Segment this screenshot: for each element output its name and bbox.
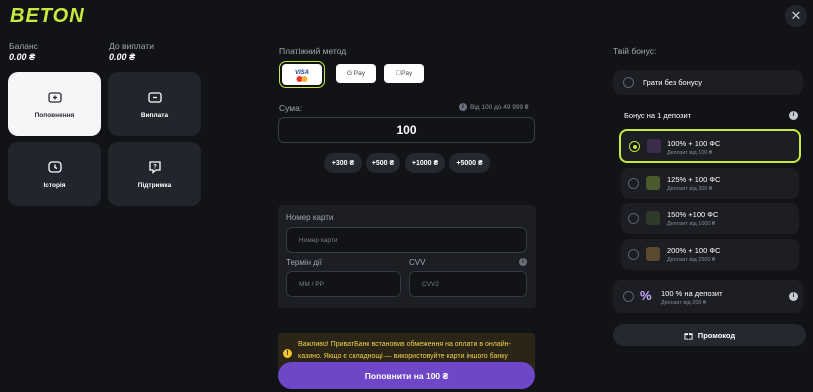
apple-pay-text: Pay: [398, 70, 412, 77]
card-number-placeholder: Номер карти: [299, 236, 338, 244]
visa-mastercard-icon: VISA: [295, 70, 309, 82]
no-bonus-option[interactable]: Грати без бонусу: [613, 70, 803, 95]
apple-pay-icon: Pay: [396, 70, 412, 77]
tile-support[interactable]: ? Підтримка: [108, 142, 201, 206]
cvv-info-icon[interactable]: i: [519, 258, 527, 266]
first-deposit-label: Бонус на 1 депозит: [624, 111, 692, 120]
offer-sub: Депозит від 300 ₴: [667, 186, 713, 192]
first-deposit-info-icon[interactable]: i: [789, 111, 798, 120]
balance-label: Баланс: [9, 41, 38, 51]
offer-title: 125% + 100 ФС: [667, 175, 721, 184]
amount-input[interactable]: 100: [278, 117, 535, 143]
expiry-label: Термін дії: [286, 258, 322, 267]
tile-withdraw[interactable]: Виплата: [108, 72, 201, 136]
bonus-offer-125[interactable]: 125% + 100 ФС Депозит від 300 ₴: [621, 168, 799, 199]
beton-logo: BETON: [10, 5, 85, 26]
radio-deposit-offer[interactable]: [623, 291, 634, 302]
offer-title: 200% + 100 ФС: [667, 246, 721, 255]
offer-sub: Депозит від 1000 ₴: [667, 221, 716, 227]
tile-withdraw-label: Виплата: [140, 112, 169, 119]
tile-deposit-label: Поповнення: [34, 112, 75, 119]
info-icon: i: [459, 103, 467, 111]
offer-title: 150% +100 ФС: [667, 210, 719, 219]
close-icon: ✕: [790, 8, 802, 23]
deposit-offer-title: 100 % на депозит: [661, 289, 723, 298]
close-button[interactable]: ✕: [785, 5, 807, 27]
radio-no-bonus[interactable]: [623, 77, 634, 88]
balance-value: 0.00 ₴: [9, 52, 36, 62]
promo-code-button[interactable]: Промокод: [613, 324, 806, 346]
warning-icon: !: [283, 349, 292, 358]
payment-method-visa[interactable]: VISA: [279, 61, 325, 88]
bonus-offer-150[interactable]: 150% +100 ФС Депозит від 1000 ₴: [621, 203, 799, 234]
bonus-offer-200[interactable]: 200% + 100 ФС Депозит від 2500 ₴: [621, 239, 799, 270]
svg-text:VISA: VISA: [295, 70, 309, 76]
support-icon: ?: [148, 161, 161, 174]
warning-text: Важливо! ПриватБанк встановив обмеження …: [298, 341, 511, 360]
wallet-plus-icon: [47, 92, 62, 103]
payout-value: 0.00 ₴: [109, 52, 136, 62]
card-number-label: Номер карти: [286, 213, 334, 222]
logo-text: BETON: [10, 5, 85, 26]
promo-code-label: Промокод: [697, 330, 736, 340]
no-bonus-label: Грати без бонусу: [643, 78, 703, 87]
payment-method-apple-pay[interactable]: Pay: [384, 64, 424, 83]
google-pay-icon: G Pay: [346, 70, 366, 77]
payout-label: До виплати: [109, 41, 154, 51]
gift-icon: [684, 332, 693, 340]
bonus-thumbnail: [646, 247, 660, 261]
deposit-submit-button[interactable]: Поповнити на 100 ₴: [278, 362, 535, 389]
deposit-offer-info-icon[interactable]: i: [789, 292, 798, 301]
amount-chip-5000[interactable]: +5000 ₴: [449, 153, 490, 173]
payment-method-label: Платіжний метод: [279, 46, 347, 56]
payment-method-google-pay[interactable]: G Pay: [336, 64, 376, 83]
amount-chip-500[interactable]: +500 ₴: [366, 153, 400, 173]
offer-sub: Депозит від 2500 ₴: [667, 257, 716, 263]
amount-chip-300[interactable]: +300 ₴: [324, 153, 362, 173]
percent-icon: %: [640, 288, 652, 303]
bonus-label: Твій бонус:: [613, 46, 657, 56]
amount-chip-1000[interactable]: +1000 ₴: [405, 153, 445, 173]
history-icon: [47, 161, 62, 173]
cvv-label: CVV: [409, 258, 426, 267]
expiry-field[interactable]: ММ / РР: [286, 271, 401, 297]
bonus-thumbnail: [647, 139, 661, 153]
radio-offer-100[interactable]: [629, 141, 640, 152]
radio-offer-150[interactable]: [628, 213, 639, 224]
amount-value: 100: [396, 123, 417, 137]
amount-range: i Від 100 до 49 999 ₴: [459, 103, 529, 111]
card-number-field[interactable]: Номер карти: [286, 227, 527, 253]
bonus-thumbnail: [646, 176, 660, 190]
wallet-minus-icon: [147, 92, 162, 103]
tile-history[interactable]: Історія: [8, 142, 101, 206]
svg-text:?: ?: [153, 165, 157, 171]
tile-history-label: Історія: [43, 182, 66, 189]
expiry-placeholder: ММ / РР: [299, 280, 324, 288]
offer-sub: Депозит від 100 ₴: [667, 150, 713, 156]
deposit-offer-sub: Депозит від 200 ₴: [661, 300, 707, 306]
offer-title: 100% + 100 ФС: [667, 139, 721, 148]
bonus-offer-100[interactable]: 100% + 100 ФС Депозит від 100 ₴: [619, 129, 801, 163]
cvv-placeholder: CVV2: [422, 280, 439, 288]
radio-offer-200[interactable]: [628, 249, 639, 260]
cvv-field[interactable]: CVV2: [409, 271, 527, 297]
amount-range-text: Від 100 до 49 999 ₴: [470, 103, 529, 111]
radio-offer-125[interactable]: [628, 178, 639, 189]
amount-label: Сума:: [279, 103, 303, 113]
tile-deposit[interactable]: Поповнення: [8, 72, 101, 136]
tile-support-label: Підтримка: [137, 182, 172, 189]
deposit-percent-offer[interactable]: % 100 % на депозит Депозит від 200 ₴ i: [613, 280, 803, 313]
bonus-thumbnail: [646, 211, 660, 225]
